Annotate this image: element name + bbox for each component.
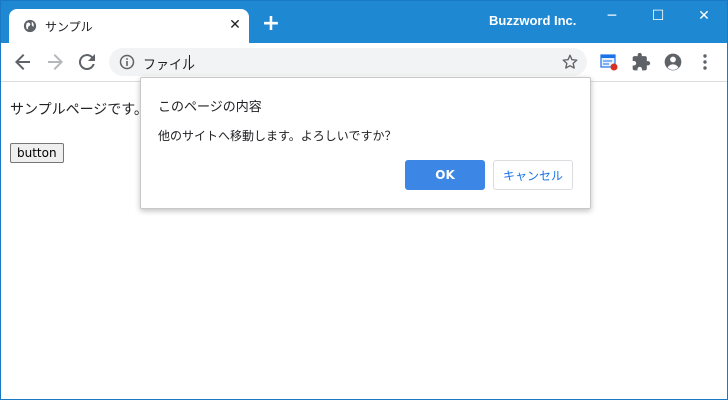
reload-icon[interactable] xyxy=(75,50,99,74)
browser-window: サンプル ✕ + Buzzword Inc. ─ ☐ ✕ ファイル サンプルペー… xyxy=(0,0,728,400)
cancel-button[interactable]: キャンセル xyxy=(493,160,573,190)
page-button[interactable]: button xyxy=(10,143,64,163)
tab-title: サンプル xyxy=(45,20,93,34)
text-cursor xyxy=(189,55,190,70)
browser-tab[interactable]: サンプル ✕ xyxy=(9,9,249,43)
maximize-button[interactable]: ☐ xyxy=(635,1,681,33)
close-window-button[interactable]: ✕ xyxy=(681,1,727,33)
info-icon[interactable] xyxy=(119,54,135,70)
minimize-button[interactable]: ─ xyxy=(589,1,635,33)
close-tab-icon[interactable]: ✕ xyxy=(227,17,243,33)
back-arrow-icon[interactable] xyxy=(11,50,35,74)
address-bar[interactable]: ファイル xyxy=(109,48,587,76)
new-tab-button[interactable]: + xyxy=(259,13,283,37)
forward-arrow-icon[interactable] xyxy=(43,50,67,74)
confirm-dialog: このページの内容 他のサイトへ移動します。よろしいですか？ OK キャンセル xyxy=(140,77,591,209)
profile-avatar-icon[interactable] xyxy=(663,52,683,72)
ok-button[interactable]: OK xyxy=(405,160,485,190)
puzzle-icon[interactable] xyxy=(631,52,651,72)
menu-kebab-icon[interactable] xyxy=(695,52,715,72)
dialog-title: このページの内容 xyxy=(158,100,262,115)
dialog-message: 他のサイトへ移動します。よろしいですか？ xyxy=(158,129,397,143)
extension-page-icon[interactable] xyxy=(599,52,619,72)
globe-icon xyxy=(23,19,37,33)
title-bar: サンプル ✕ + Buzzword Inc. ─ ☐ ✕ xyxy=(1,1,727,43)
page-text: サンプルページです。 xyxy=(10,102,148,118)
bookmark-star-icon[interactable] xyxy=(561,53,579,71)
address-text: ファイル xyxy=(143,58,196,73)
managed-by-label: Buzzword Inc. xyxy=(489,13,577,28)
